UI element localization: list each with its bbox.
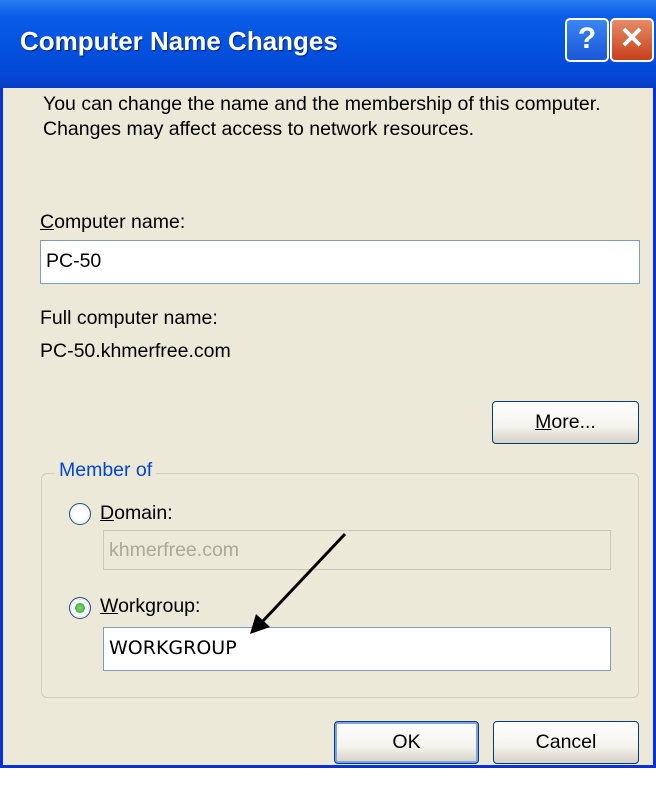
annotation-arrow-icon (250, 532, 347, 634)
